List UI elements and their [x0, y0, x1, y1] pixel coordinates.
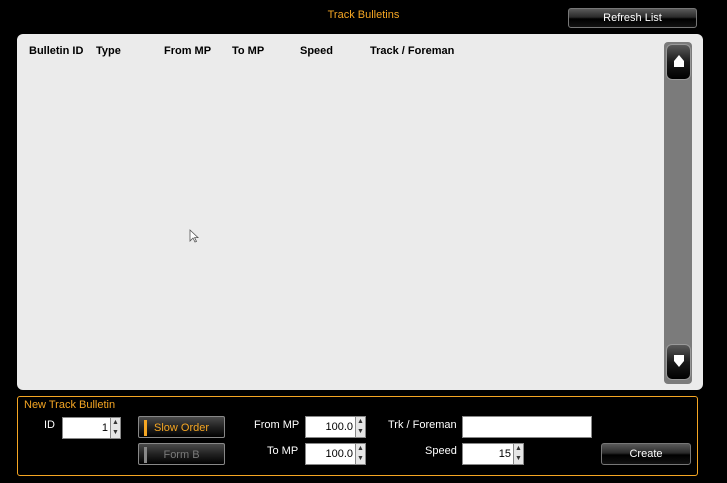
bulletin-list [17, 34, 703, 390]
up-arrow-icon [673, 55, 684, 67]
speed-spinner[interactable]: ▲ ▼ [514, 443, 524, 465]
id-label: ID [44, 419, 55, 431]
from-mp-label: From MP [254, 419, 300, 431]
active-indicator [144, 420, 147, 436]
column-header-track-foreman: Track / Foreman [370, 45, 455, 57]
mouse-cursor-icon [189, 229, 199, 243]
spinner-arrows-icon: ▲ ▼ [112, 419, 119, 436]
column-header-to-mp: To MP [232, 45, 265, 57]
id-field[interactable] [62, 417, 111, 439]
speed-field[interactable] [462, 443, 514, 465]
form-b-toggle[interactable]: Form B [138, 443, 225, 465]
column-header-type: Type [96, 45, 121, 57]
column-header-from-mp: From MP [164, 45, 212, 57]
scroll-down-button[interactable] [666, 344, 691, 380]
form-b-label: Form B [163, 449, 200, 461]
from-mp-spinner[interactable]: ▲ ▼ [356, 416, 366, 438]
slow-order-toggle[interactable]: Slow Order [138, 416, 225, 438]
trk-foreman-label: Trk / Foreman [388, 419, 457, 431]
scroll-up-button[interactable] [666, 44, 691, 80]
down-arrow-icon [673, 355, 684, 367]
new-bulletin-title: New Track Bulletin [24, 399, 116, 411]
list-scrollbar[interactable] [664, 42, 692, 384]
refresh-list-button[interactable]: Refresh List [568, 8, 697, 28]
from-mp-field[interactable] [305, 416, 356, 438]
spinner-arrows-icon: ▲ ▼ [515, 445, 522, 462]
id-spinner[interactable]: ▲ ▼ [111, 417, 121, 439]
column-header-bulletin-id: Bulletin ID [29, 45, 84, 57]
inactive-indicator [144, 447, 147, 463]
spinner-arrows-icon: ▲ ▼ [357, 418, 364, 435]
trk-foreman-field[interactable] [462, 416, 592, 438]
slow-order-label: Slow Order [153, 422, 210, 434]
speed-label: Speed [425, 445, 457, 457]
to-mp-field[interactable] [305, 443, 356, 465]
to-mp-label: To MP [267, 445, 299, 457]
to-mp-spinner[interactable]: ▲ ▼ [356, 443, 366, 465]
create-button[interactable]: Create [601, 443, 691, 465]
spinner-arrows-icon: ▲ ▼ [357, 445, 364, 462]
column-header-speed: Speed [300, 45, 334, 57]
